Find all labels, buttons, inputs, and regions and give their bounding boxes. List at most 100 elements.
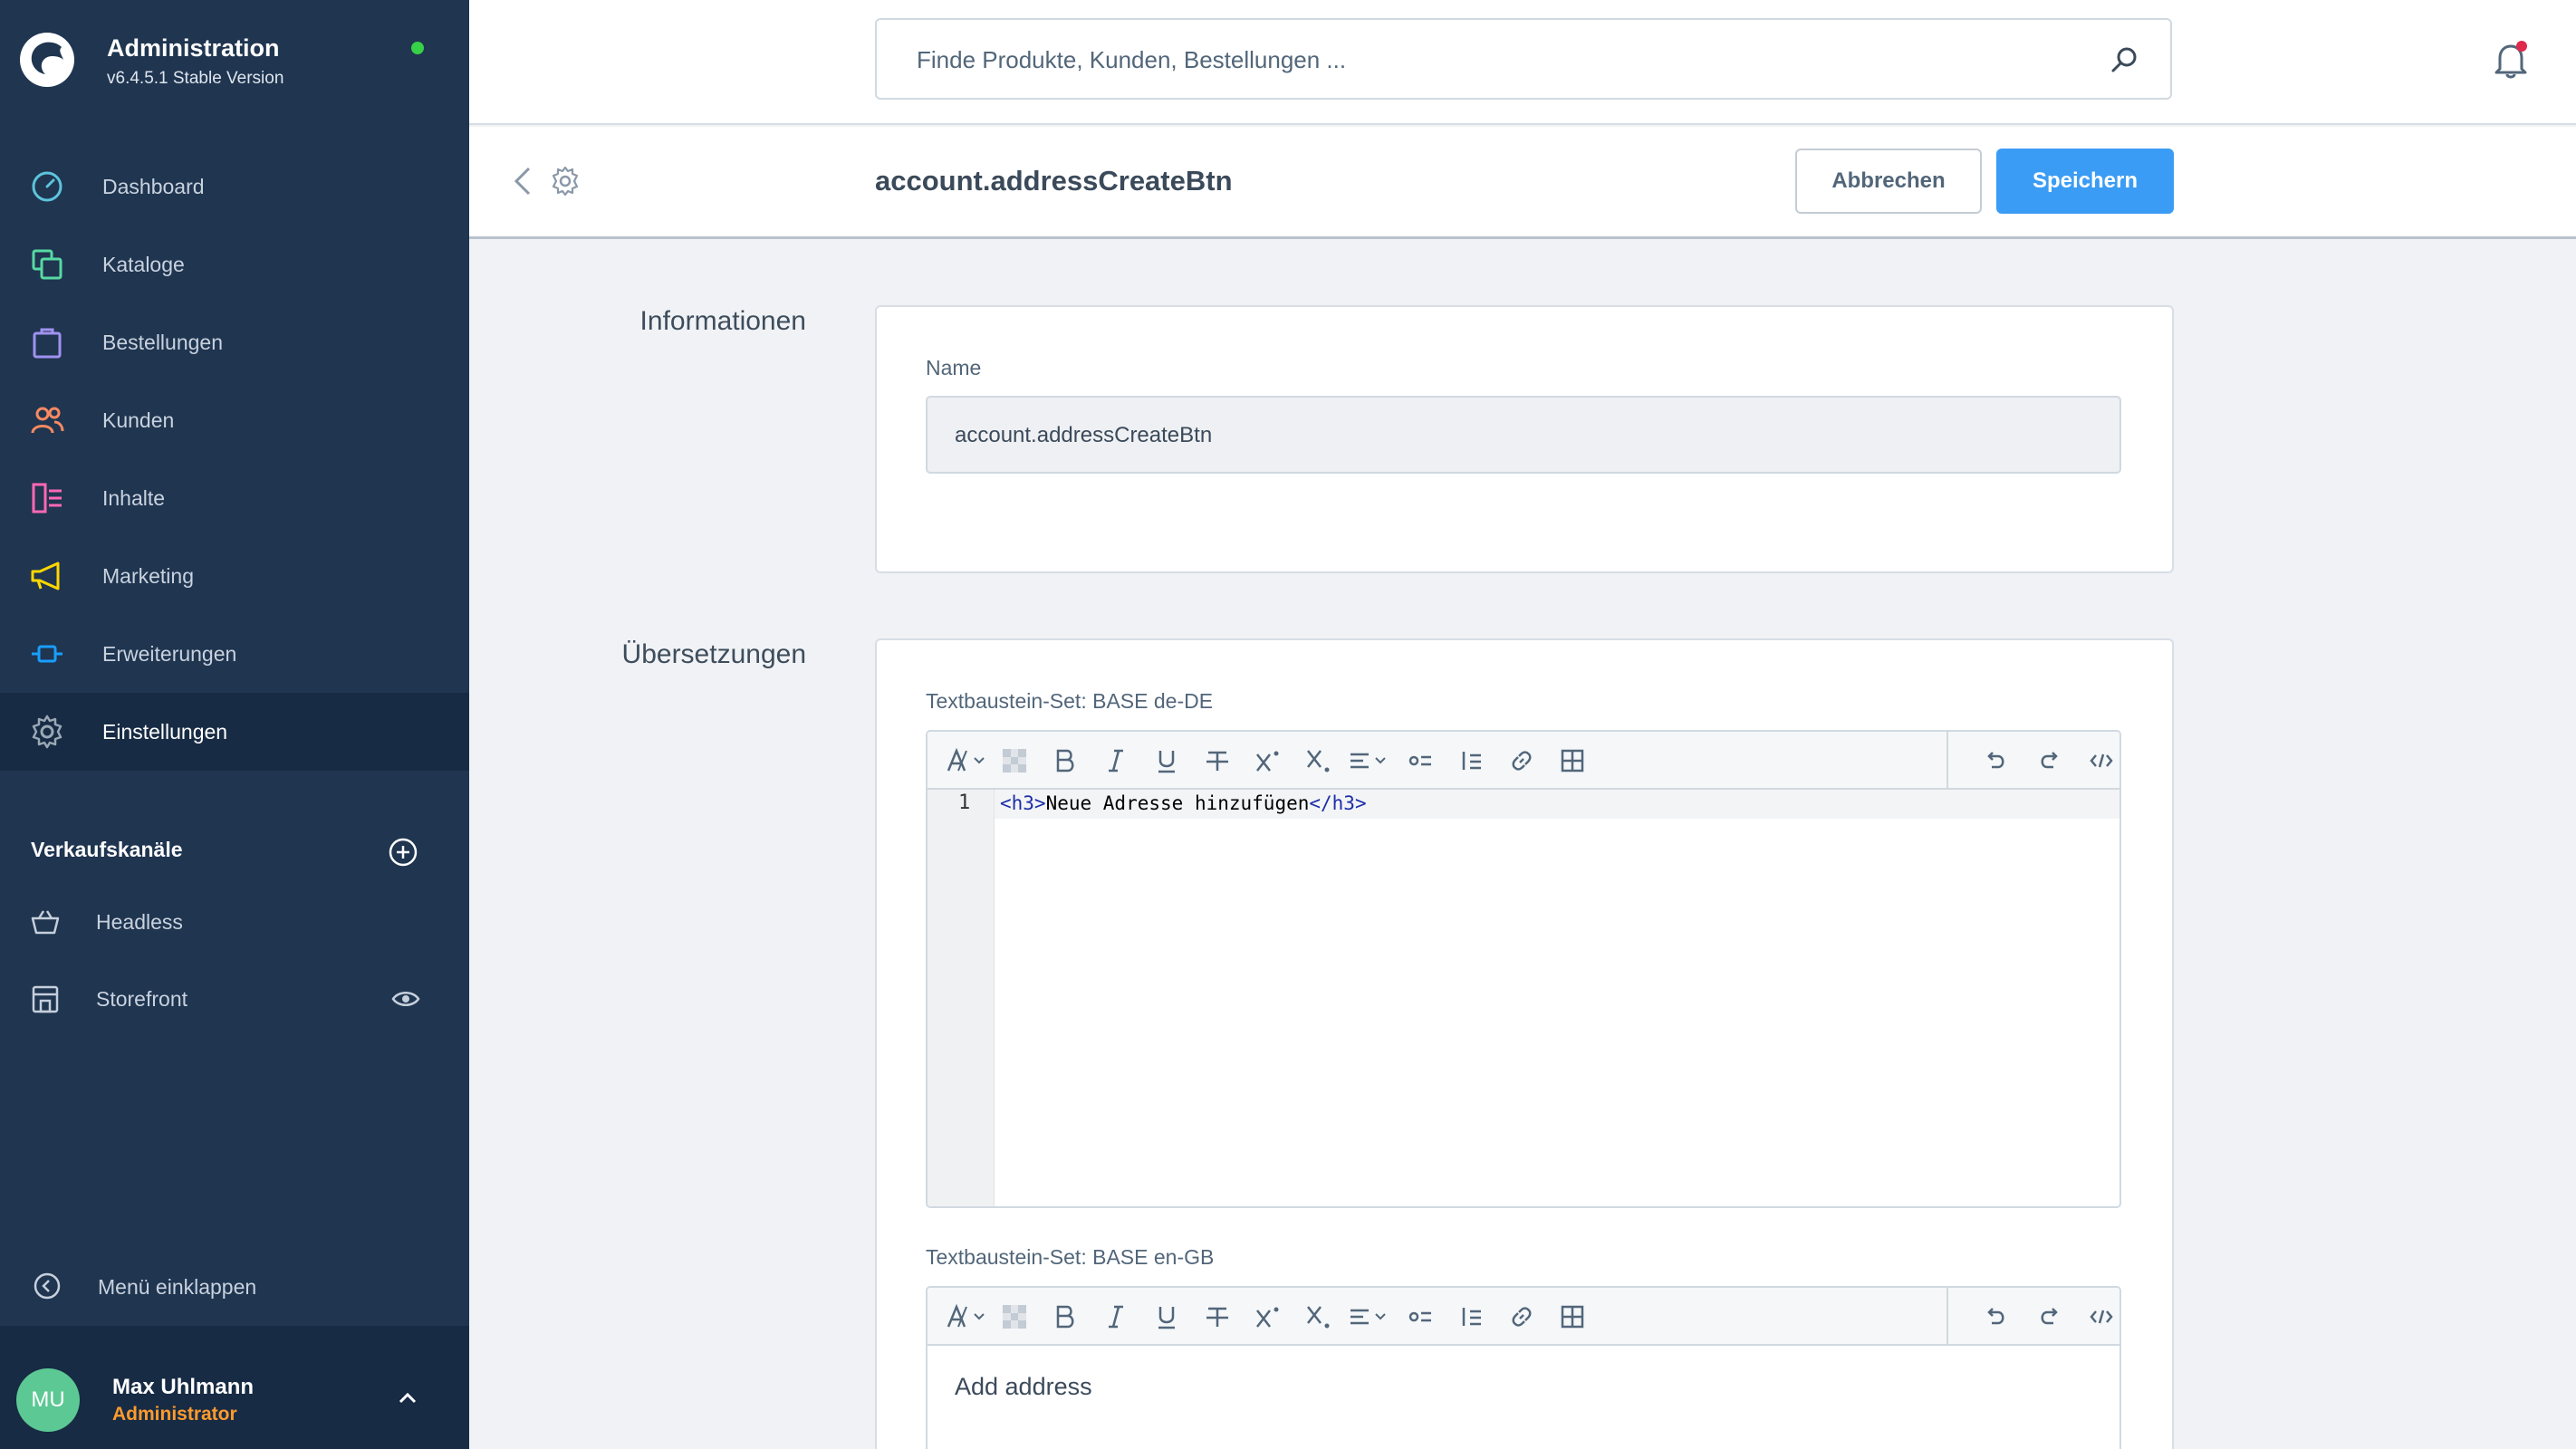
editor-content-text[interactable]: Add address (955, 1373, 1092, 1401)
sidebar-item-label: Bestellungen (102, 330, 223, 354)
eye-icon[interactable] (391, 988, 420, 1010)
sidebar-item-bestellungen[interactable]: Bestellungen (0, 303, 469, 381)
avatar: MU (16, 1368, 80, 1432)
code-content[interactable]: <h3>Neue Adresse hinzufügen</h3> (1000, 792, 1367, 814)
superscript-icon[interactable] (1252, 1300, 1284, 1333)
sidebar-item-kunden[interactable]: Kunden (0, 381, 469, 459)
global-search[interactable] (875, 18, 2172, 100)
code-view-icon[interactable] (2085, 1300, 2118, 1333)
smart-bar: account.addressCreateBtn Abbrechen Speic… (469, 127, 2576, 239)
font-format-icon[interactable] (944, 744, 991, 777)
ordered-list-icon[interactable] (1455, 744, 1487, 777)
plug-icon (32, 645, 62, 663)
strikethrough-icon[interactable] (1201, 1300, 1234, 1333)
user-menu[interactable]: MU Max Uhlmann Administrator (0, 1326, 469, 1449)
code-view-icon[interactable] (2085, 744, 2118, 777)
unordered-list-icon[interactable] (1404, 744, 1437, 777)
storefront-icon (32, 985, 59, 1013)
bold-icon[interactable] (1049, 1300, 1081, 1333)
brand-title: Administration (107, 34, 280, 62)
brand-version: v6.4.5.1 Stable Version (107, 69, 284, 88)
ordered-list-icon[interactable] (1455, 1300, 1487, 1333)
sidebar-item-inhalte[interactable]: Inhalte (0, 459, 469, 537)
bold-icon[interactable] (1049, 744, 1081, 777)
underline-icon[interactable] (1150, 1300, 1183, 1333)
undo-icon[interactable] (1980, 1300, 2013, 1333)
gear-icon (32, 715, 62, 749)
redo-icon[interactable] (2033, 1300, 2065, 1333)
link-icon[interactable] (1505, 1300, 1538, 1333)
add-circle-icon[interactable] (388, 837, 418, 868)
undo-icon[interactable] (1980, 744, 2013, 777)
link-icon[interactable] (1505, 744, 1538, 777)
name-field-value: account.addressCreateBtn (955, 423, 1213, 447)
sidebar-item-kataloge[interactable]: Kataloge (0, 226, 469, 303)
sidebar: Administration v6.4.5.1 Stable Version D… (0, 0, 469, 1449)
table-icon[interactable] (1556, 1300, 1589, 1333)
code-open-tag: <h3> (1000, 792, 1046, 814)
align-dropdown-icon[interactable] (1346, 744, 1393, 777)
sales-channels-heading: Verkaufskanäle (31, 838, 183, 861)
name-field-label: Name (926, 356, 982, 379)
chevron-up-icon[interactable] (395, 1386, 420, 1411)
snippet-set-label-en: Textbaustein-Set: BASE en-GB (926, 1245, 1215, 1269)
notification-bell-icon[interactable] (2489, 38, 2533, 82)
superscript-icon[interactable] (1252, 744, 1284, 777)
status-dot (411, 42, 424, 54)
sidebar-item-einstellungen[interactable]: Einstellungen (0, 693, 469, 771)
editor-toolbar (928, 1288, 2119, 1346)
sidebar-item-dashboard[interactable]: Dashboard (0, 148, 469, 226)
sidebar-item-label: Inhalte (102, 485, 166, 510)
code-line[interactable]: <h3>Neue Adresse hinzufügen</h3> (995, 790, 2119, 819)
shopware-logo-icon (20, 33, 74, 87)
page-title: account.addressCreateBtn (875, 165, 1233, 197)
content-icon (32, 483, 62, 513)
sidebar-item-label: Erweiterungen (102, 641, 237, 666)
search-input[interactable] (917, 42, 2094, 78)
basket-icon (31, 910, 60, 935)
sidebar-item-label: Kataloge (102, 252, 185, 276)
top-bar (469, 0, 2576, 125)
sales-channel-headless[interactable]: Headless (0, 886, 469, 958)
sidebar-item-label: Kunden (102, 408, 175, 432)
collapse-menu-label: Menü einklappen (98, 1275, 257, 1299)
translations-card: Textbaustein-Set: BASE de-DE 1 <h3>Neue … (875, 638, 2174, 1449)
toolbar-separator (1946, 1288, 1948, 1346)
brand-header: Administration v6.4.5.1 Stable Version (0, 0, 469, 118)
text-editor-de[interactable]: 1 <h3>Neue Adresse hinzufügen</h3> (926, 730, 2121, 1208)
stack-icon (32, 249, 62, 280)
collapse-menu-button[interactable]: Menü einklappen (0, 1250, 469, 1322)
gauge-icon (32, 171, 62, 202)
table-icon[interactable] (1556, 744, 1589, 777)
subscript-icon[interactable] (1302, 1300, 1335, 1333)
sidebar-item-erweiterungen[interactable]: Erweiterungen (0, 615, 469, 693)
name-field[interactable]: account.addressCreateBtn (926, 396, 2121, 474)
underline-icon[interactable] (1150, 744, 1183, 777)
redo-icon[interactable] (2033, 744, 2065, 777)
strikethrough-icon[interactable] (1201, 744, 1234, 777)
align-dropdown-icon[interactable] (1346, 1300, 1393, 1333)
editor-toolbar (928, 732, 2119, 790)
code-inner-text: Neue Adresse hinzufügen (1045, 792, 1310, 814)
sales-channel-label: Storefront (96, 987, 187, 1011)
unordered-list-icon[interactable] (1404, 1300, 1437, 1333)
color-picker-icon[interactable] (998, 1300, 1031, 1333)
color-picker-icon[interactable] (998, 744, 1031, 777)
code-gutter: 1 (928, 790, 995, 1206)
text-editor-en[interactable]: Add address (926, 1286, 2121, 1449)
save-button[interactable]: Speichern (1996, 149, 2174, 214)
section-label-uebersetzungen: Übersetzungen (621, 639, 806, 669)
font-format-icon[interactable] (944, 1300, 991, 1333)
user-name: Max Uhlmann (112, 1375, 255, 1399)
sales-channel-label: Headless (96, 910, 183, 934)
subscript-icon[interactable] (1302, 744, 1335, 777)
cancel-button[interactable]: Abbrechen (1795, 149, 1982, 214)
sales-channel-storefront[interactable]: Storefront (0, 963, 469, 1035)
italic-icon[interactable] (1100, 1300, 1132, 1333)
sidebar-item-label: Einstellungen (102, 719, 228, 744)
italic-icon[interactable] (1100, 744, 1132, 777)
search-icon[interactable] (2109, 45, 2139, 76)
snippet-set-label-de: Textbaustein-Set: BASE de-DE (926, 689, 1214, 713)
sidebar-item-marketing[interactable]: Marketing (0, 537, 469, 615)
chevron-left-icon[interactable] (507, 163, 540, 199)
